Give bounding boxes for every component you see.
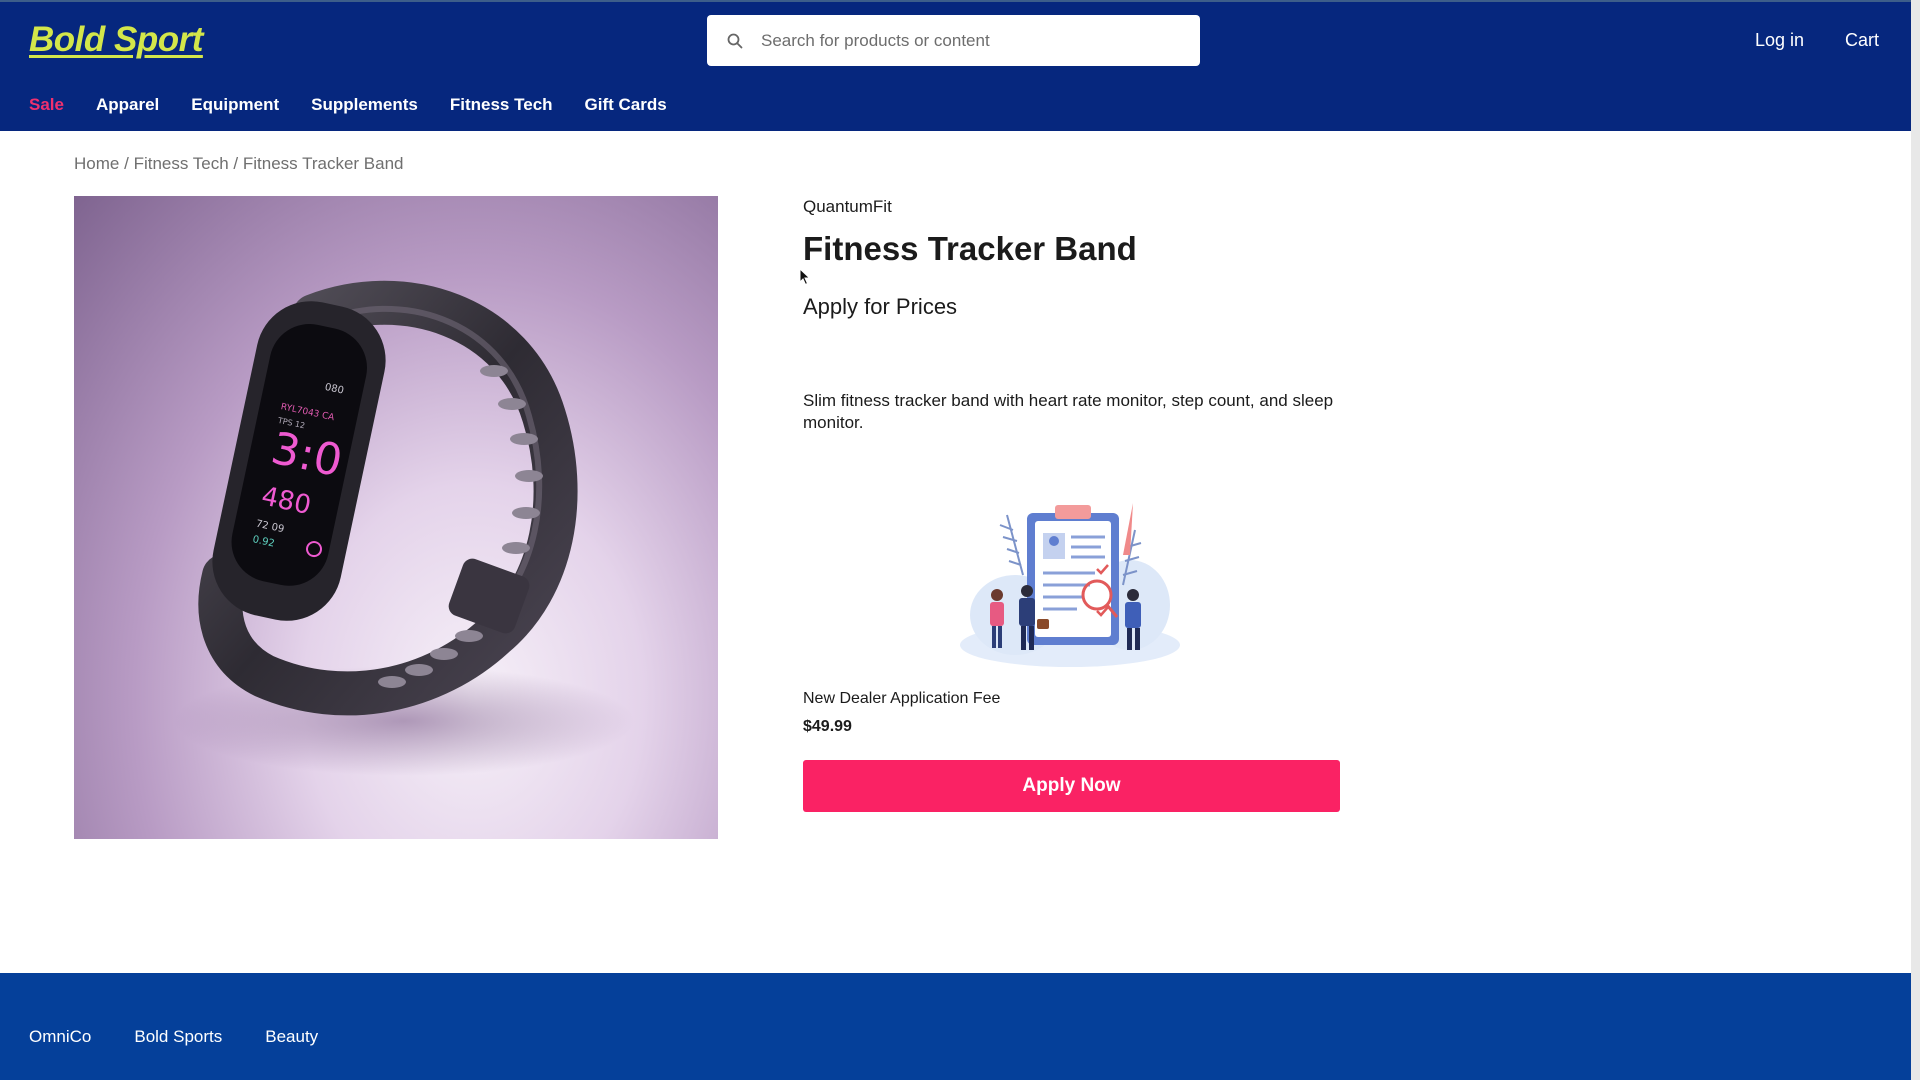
dealer-application-illustration (955, 495, 1185, 670)
scrollbar[interactable] (1911, 0, 1920, 1080)
price-label: Apply for Prices (803, 294, 958, 319)
product-title: Fitness Tracker Band (803, 230, 1137, 267)
product-image: 080 RYL7043 CA TPS 12 3:0 480 72 09 0.92 (74, 196, 718, 839)
footer-link-beauty[interactable]: Beauty (265, 1027, 318, 1047)
breadcrumb-current: Fitness Tracker Band (242, 154, 404, 173)
footer-links: OmniCo Bold Sports Beauty (29, 1027, 361, 1047)
site-header: Bold Sport Log in Cart Sale Apparel Equi… (0, 0, 1911, 131)
nav-item-sale[interactable]: Sale (29, 95, 64, 115)
application-fee-name: New Dealer Application Fee (803, 690, 1001, 707)
login-link[interactable]: Log in (1755, 30, 1804, 51)
breadcrumb: Home / Fitness Tech / Fitness Tracker Ba… (74, 154, 404, 174)
footer-link-bold-sports[interactable]: Bold Sports (134, 1027, 222, 1047)
search-bar[interactable] (707, 15, 1200, 66)
site-footer: OmniCo Bold Sports Beauty (0, 973, 1911, 1080)
nav-item-supplements[interactable]: Supplements (311, 95, 418, 115)
cart-link[interactable]: Cart (1845, 30, 1879, 51)
breadcrumb-separator: / (233, 154, 239, 173)
search-input[interactable] (761, 30, 1161, 51)
nav-item-equipment[interactable]: Equipment (191, 95, 279, 115)
mouse-cursor-icon (799, 268, 811, 286)
product-brand: QuantumFit (803, 197, 892, 216)
clipboard-illustration-icon (960, 503, 1180, 667)
apply-now-button[interactable]: Apply Now (803, 760, 1340, 812)
search-icon (727, 31, 747, 51)
nav-item-fitness-tech[interactable]: Fitness Tech (450, 95, 553, 115)
breadcrumb-home[interactable]: Home (74, 154, 119, 173)
application-fee-price: $49.99 (803, 718, 852, 735)
nav-item-gift-cards[interactable]: Gift Cards (585, 95, 667, 115)
footer-link-omnico[interactable]: OmniCo (29, 1027, 91, 1047)
breadcrumb-separator: / (124, 154, 129, 173)
nav-item-apparel[interactable]: Apparel (96, 95, 159, 115)
main-nav: Sale Apparel Equipment Supplements Fitne… (29, 95, 699, 115)
site-logo[interactable]: Bold Sport (29, 20, 203, 60)
product-description: Slim fitness tracker band with heart rat… (803, 391, 1334, 432)
breadcrumb-category[interactable]: Fitness Tech (134, 154, 229, 173)
fitness-tracker-illustration: 080 RYL7043 CA TPS 12 3:0 480 72 09 0.92 (174, 280, 634, 776)
